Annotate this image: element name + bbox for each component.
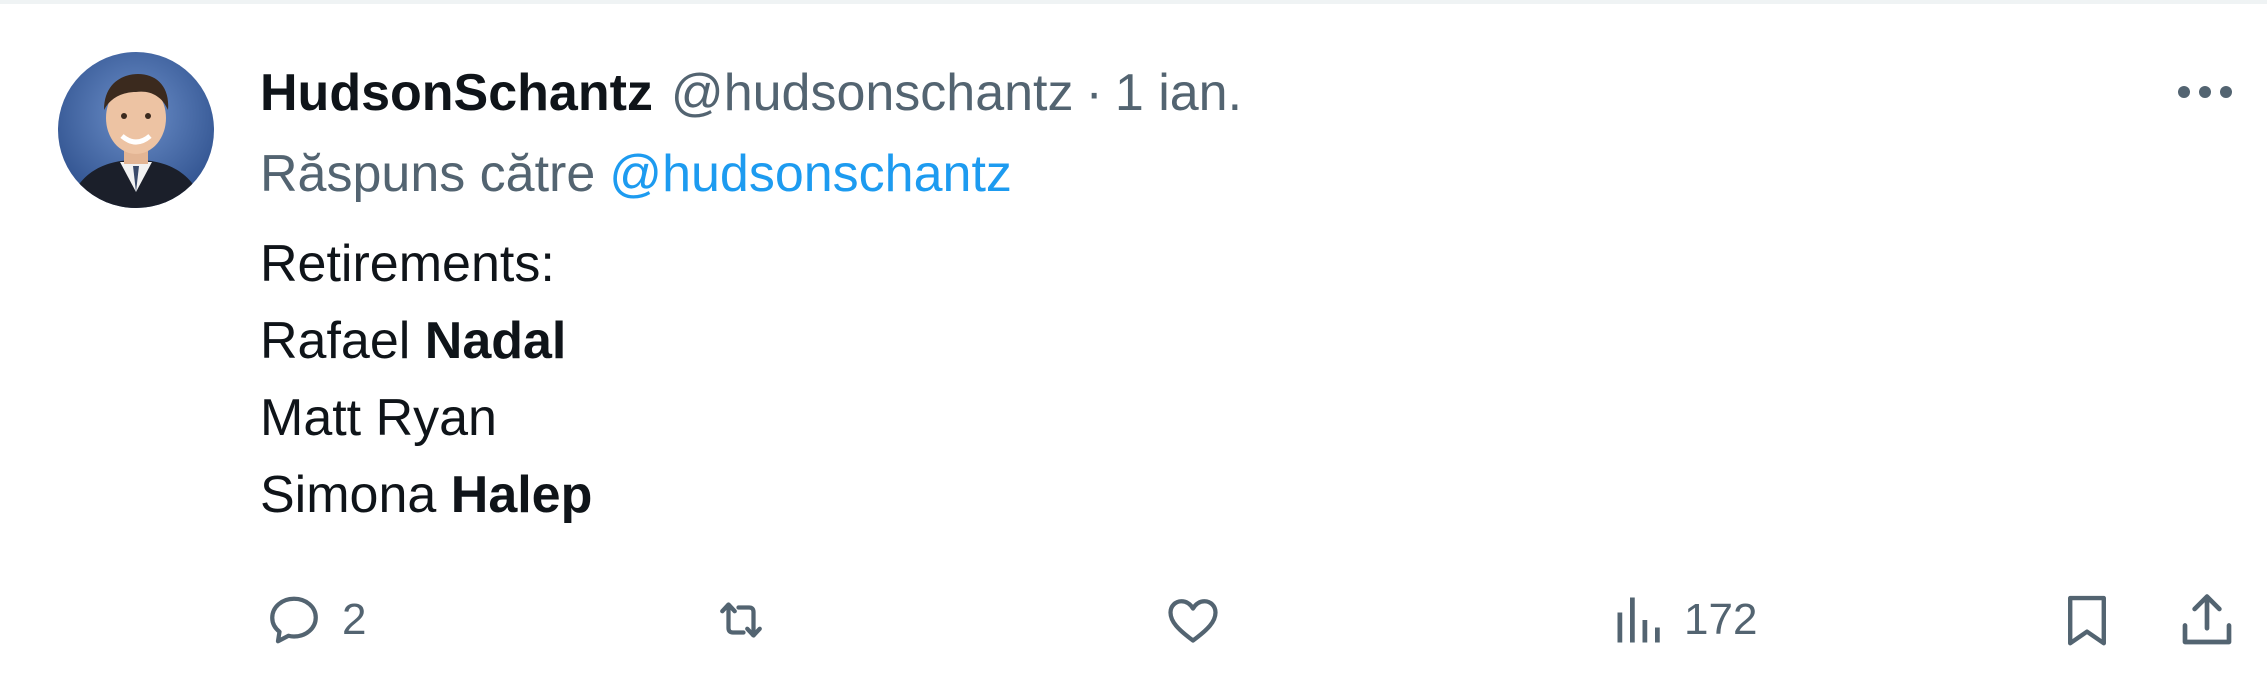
tweet-line: Matt Ryan: [260, 380, 592, 457]
text-span: Simona: [260, 466, 451, 524]
views-icon: [1617, 597, 1660, 643]
views-button[interactable]: 172: [1610, 580, 1757, 660]
display-name[interactable]: HudsonSchantz: [260, 63, 653, 123]
views-count: 172: [1684, 595, 1758, 644]
reply-prefix: Răspuns către: [260, 145, 596, 203]
timestamp[interactable]: 1 ian.: [1115, 63, 1242, 123]
separator-dot: ·: [1085, 64, 1103, 122]
avatar[interactable]: [58, 52, 214, 208]
text-span: Matt Ryan: [260, 389, 497, 447]
reply-icon: [270, 596, 318, 644]
text-span: Retirements:: [260, 235, 555, 293]
like-button[interactable]: [1160, 580, 1240, 660]
heart-icon: [1168, 599, 1218, 643]
bookmark-button[interactable]: [2056, 580, 2118, 660]
reply-mention-link[interactable]: @hudsonschantz: [609, 145, 1012, 203]
user-handle[interactable]: @hudsonschantz: [671, 63, 1074, 123]
reply-context: Răspuns către @hudsonschantz: [260, 144, 1012, 204]
tweet-line: Retirements:: [260, 226, 592, 303]
tweet-line: Rafael Nadal: [260, 303, 592, 380]
text-span: Rafael: [260, 312, 425, 370]
more-icon: [2178, 86, 2232, 98]
tweet-header: HudsonSchantz @hudsonschantz · 1 ian.: [260, 58, 1242, 128]
share-icon: [2182, 594, 2232, 645]
tweet[interactable]: HudsonSchantz @hudsonschantz · 1 ian. Ră…: [0, 0, 2267, 700]
reply-count: 2: [342, 595, 367, 644]
retweet-icon: [720, 602, 762, 638]
more-options-button[interactable]: [2170, 70, 2240, 114]
bold-text-span: Halep: [450, 466, 593, 524]
retweet-button[interactable]: [704, 580, 792, 660]
bold-text-span: Nadal: [424, 312, 567, 370]
tweet-line: Simona Halep: [260, 457, 592, 534]
action-bar: 2 172: [0, 580, 2267, 660]
tweet-text: Retirements: Rafael Nadal Matt Ryan Simo…: [260, 226, 592, 534]
reply-button[interactable]: 2: [260, 580, 366, 660]
bookmark-icon: [2068, 595, 2106, 646]
share-button[interactable]: [2174, 580, 2240, 660]
